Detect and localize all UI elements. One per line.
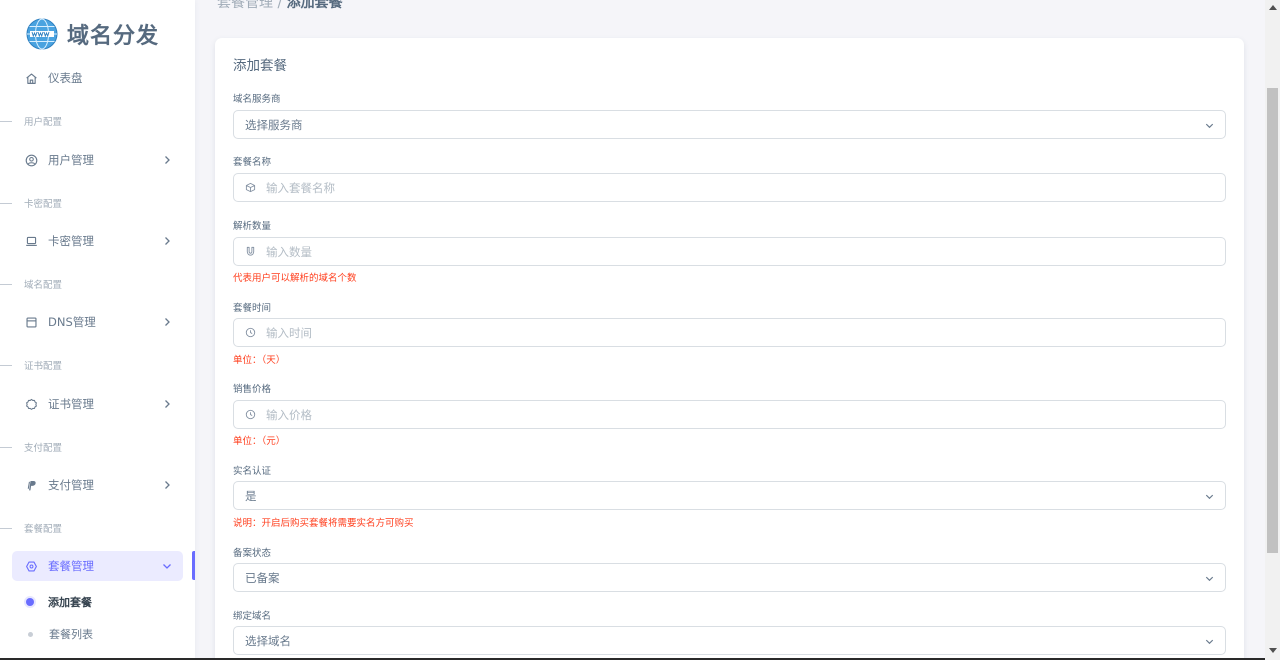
active-indicator bbox=[192, 551, 195, 580]
field-label-realname: 实名认证 bbox=[233, 466, 272, 477]
magnet-icon bbox=[245, 246, 256, 257]
field-label-filing-status: 备案状态 bbox=[233, 548, 272, 559]
sale-price-input[interactable]: 输入价格 bbox=[233, 400, 1226, 429]
chevron-right-icon bbox=[165, 237, 170, 245]
sidebar-item-dns-management[interactable]: DNS管理 bbox=[12, 306, 183, 338]
resolve-count-input[interactable]: 输入数量 bbox=[233, 237, 1226, 266]
chevron-right-icon bbox=[165, 156, 170, 164]
sidebar-item-label: 卡密管理 bbox=[48, 234, 94, 248]
realname-select-value: 是 bbox=[245, 488, 257, 503]
scrollbar-thumb[interactable] bbox=[1267, 88, 1278, 553]
window-icon bbox=[24, 315, 38, 329]
chevron-right-icon bbox=[165, 400, 170, 408]
sidebar-item-package-management[interactable]: 套餐管理 bbox=[12, 551, 183, 581]
field-label-bind-domain: 绑定域名 bbox=[233, 611, 272, 622]
field-label-provider: 域名服务商 bbox=[233, 94, 281, 105]
user-circle-icon bbox=[24, 153, 38, 167]
hexagon-icon bbox=[24, 559, 38, 573]
sidebar-item-payment-management[interactable]: 支付管理 bbox=[12, 469, 183, 501]
cube-icon bbox=[245, 182, 256, 193]
breadcrumb-separator: / bbox=[277, 0, 283, 11]
sidebar-item-label: 套餐管理 bbox=[48, 559, 94, 573]
package-time-hint: 单位：（天） bbox=[233, 355, 286, 366]
bullet-icon bbox=[26, 598, 34, 606]
section-header-domain: 域名配置 bbox=[0, 277, 62, 291]
breadcrumb-parent[interactable]: 套餐管理 bbox=[217, 0, 273, 11]
sidebar-item-label: 证书管理 bbox=[48, 397, 94, 411]
section-header-card: 卡密配置 bbox=[0, 196, 62, 210]
vertical-scrollbar[interactable] bbox=[1265, 0, 1280, 660]
sale-price-hint: 单位：（元） bbox=[233, 436, 286, 447]
laptop-icon bbox=[24, 234, 38, 248]
package-name-input[interactable]: 输入套餐名称 bbox=[233, 173, 1226, 202]
field-label-resolve-count: 解析数量 bbox=[233, 221, 272, 232]
scroll-up-arrow-icon[interactable] bbox=[1269, 5, 1277, 10]
chevron-down-icon bbox=[1205, 576, 1214, 582]
bullet-icon bbox=[28, 631, 33, 637]
provider-select[interactable]: 选择服务商 bbox=[233, 110, 1226, 139]
section-header-payment: 支付配置 bbox=[0, 440, 62, 454]
chevron-down-icon bbox=[1205, 494, 1214, 500]
chevron-right-icon bbox=[165, 318, 170, 326]
sidebar-item-user-management[interactable]: 用户管理 bbox=[12, 144, 183, 176]
sidebar-item-card-management[interactable]: 卡密管理 bbox=[12, 225, 183, 257]
sidebar-item-label: 仪表盘 bbox=[48, 71, 83, 85]
package-time-placeholder: 输入时间 bbox=[266, 325, 312, 340]
sidebar: 域名分发 仪表盘 用户配置 用户管理 卡密配置 卡密管理 域名配置 DNS管理 … bbox=[0, 0, 195, 660]
scroll-down-arrow-icon[interactable] bbox=[1269, 648, 1277, 653]
package-time-input[interactable]: 输入时间 bbox=[233, 318, 1226, 347]
filing-status-select[interactable]: 已备案 bbox=[233, 563, 1226, 592]
sidebar-item-label: 用户管理 bbox=[48, 153, 94, 167]
sidebar-subitem-add-package[interactable]: 添加套餐 bbox=[26, 593, 92, 611]
paypal-icon bbox=[24, 478, 38, 492]
app-title: 域名分发 bbox=[67, 24, 160, 49]
home-icon bbox=[24, 71, 38, 85]
chevron-down-icon bbox=[1205, 639, 1214, 645]
field-label-package-time: 套餐时间 bbox=[233, 303, 272, 314]
sale-price-placeholder: 输入价格 bbox=[266, 407, 312, 422]
sidebar-item-dashboard[interactable]: 仪表盘 bbox=[12, 62, 183, 94]
realname-hint: 说明：开启后购买套餐将需要实名方可购买 bbox=[233, 518, 414, 529]
provider-select-value: 选择服务商 bbox=[245, 117, 303, 132]
chevron-down-icon bbox=[1205, 123, 1214, 129]
chevron-right-icon bbox=[165, 481, 170, 489]
filing-status-value: 已备案 bbox=[245, 570, 280, 585]
section-header-user: 用户配置 bbox=[0, 114, 62, 128]
realname-select[interactable]: 是 bbox=[233, 481, 1226, 510]
resolve-count-hint: 代表用户可以解析的域名个数 bbox=[233, 273, 357, 284]
package-name-placeholder: 输入套餐名称 bbox=[266, 180, 335, 195]
sidebar-item-label: DNS管理 bbox=[48, 315, 96, 329]
card-title: 添加套餐 bbox=[233, 58, 287, 74]
field-label-sale-price: 销售价格 bbox=[233, 384, 272, 395]
clock-icon bbox=[245, 327, 256, 338]
breadcrumb-current: 添加套餐 bbox=[286, 0, 343, 11]
field-label-package-name: 套餐名称 bbox=[233, 157, 272, 168]
app-logo[interactable]: 域名分发 bbox=[26, 18, 159, 50]
badge-icon bbox=[24, 397, 38, 411]
globe-logo-icon bbox=[26, 18, 58, 50]
chevron-down-icon bbox=[163, 564, 171, 569]
section-header-package: 套餐配置 bbox=[0, 521, 62, 535]
add-package-card: 添加套餐 域名服务商 选择服务商 套餐名称 输入套餐名称 解析数量 输入数量 代… bbox=[215, 38, 1244, 660]
sidebar-item-cert-management[interactable]: 证书管理 bbox=[12, 388, 183, 420]
breadcrumb: 套餐管理 / 添加套餐 bbox=[217, 0, 343, 12]
bind-domain-select[interactable]: 选择域名 bbox=[233, 626, 1226, 655]
clock-icon bbox=[245, 409, 256, 420]
sidebar-item-label: 支付管理 bbox=[48, 478, 94, 492]
sidebar-subitem-package-list[interactable]: 套餐列表 bbox=[26, 625, 93, 643]
resolve-count-placeholder: 输入数量 bbox=[266, 244, 312, 259]
bind-domain-value: 选择域名 bbox=[245, 633, 291, 648]
section-header-cert: 证书配置 bbox=[0, 358, 62, 372]
